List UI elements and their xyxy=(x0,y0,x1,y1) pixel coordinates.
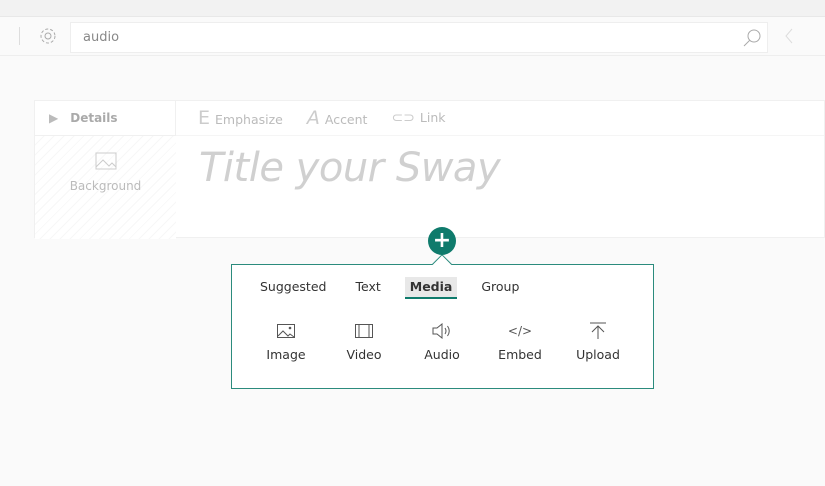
title-input[interactable]: Title your Sway xyxy=(199,145,501,191)
accent-button[interactable]: A Accent xyxy=(307,107,368,129)
upload-label: Upload xyxy=(576,347,620,362)
video-icon xyxy=(355,324,373,338)
divider xyxy=(19,27,20,45)
insert-card-menu: Suggested Text Media Group Image Video A… xyxy=(231,254,654,389)
tab-group[interactable]: Group xyxy=(476,277,524,299)
link-icon: ⊂⊃ xyxy=(391,110,415,126)
gear-icon[interactable] xyxy=(38,26,58,46)
video-label: Video xyxy=(346,347,382,362)
background-button[interactable]: Background xyxy=(35,136,176,239)
toolbar: audio xyxy=(0,17,825,56)
details-panel: ▶ Details Background xyxy=(35,101,176,239)
insert-video-button[interactable]: Video xyxy=(325,319,403,362)
emphasize-icon: E xyxy=(198,107,211,129)
upload-icon xyxy=(590,322,606,339)
search-input[interactable]: audio xyxy=(70,22,768,53)
link-label: Link xyxy=(419,110,446,125)
search-icon[interactable] xyxy=(741,27,763,49)
insert-upload-button[interactable]: Upload xyxy=(559,319,637,362)
image-icon xyxy=(95,152,116,170)
popup-notch xyxy=(432,254,452,274)
accent-icon: A xyxy=(306,107,320,129)
embed-icon: </> xyxy=(507,324,533,338)
audio-label: Audio xyxy=(424,347,460,362)
triangle-right-icon: ▶ xyxy=(49,111,59,125)
format-toolbar: E Emphasize A Accent ⊂⊃ Link xyxy=(176,101,824,136)
sway-card: ▶ Details Background E Emphasize A Accent ⊂… xyxy=(34,100,825,239)
details-toggle[interactable]: ▶ Details xyxy=(35,101,175,136)
emphasize-button[interactable]: E Emphasize xyxy=(198,107,283,129)
chevron-left-icon[interactable] xyxy=(784,27,794,45)
tab-suggested[interactable]: Suggested xyxy=(255,277,331,299)
image-icon xyxy=(277,324,295,338)
tab-text[interactable]: Text xyxy=(350,277,385,299)
link-button[interactable]: ⊂⊃ Link xyxy=(391,110,445,126)
search-value: audio xyxy=(83,30,120,45)
audio-icon xyxy=(432,323,450,339)
insert-embed-button[interactable]: </> Embed xyxy=(481,319,559,362)
image-label: Image xyxy=(266,347,306,362)
insert-image-button[interactable]: Image xyxy=(247,319,325,362)
accent-label: Accent xyxy=(324,112,368,127)
title-strip xyxy=(0,0,825,17)
embed-label: Embed xyxy=(498,347,542,362)
insert-plus-button[interactable]: + xyxy=(428,227,456,255)
tab-media[interactable]: Media xyxy=(404,277,458,299)
details-label: Details xyxy=(70,111,118,125)
background-label: Background xyxy=(69,179,142,193)
insert-audio-button[interactable]: Audio xyxy=(403,319,481,362)
emphasize-label: Emphasize xyxy=(215,112,283,127)
